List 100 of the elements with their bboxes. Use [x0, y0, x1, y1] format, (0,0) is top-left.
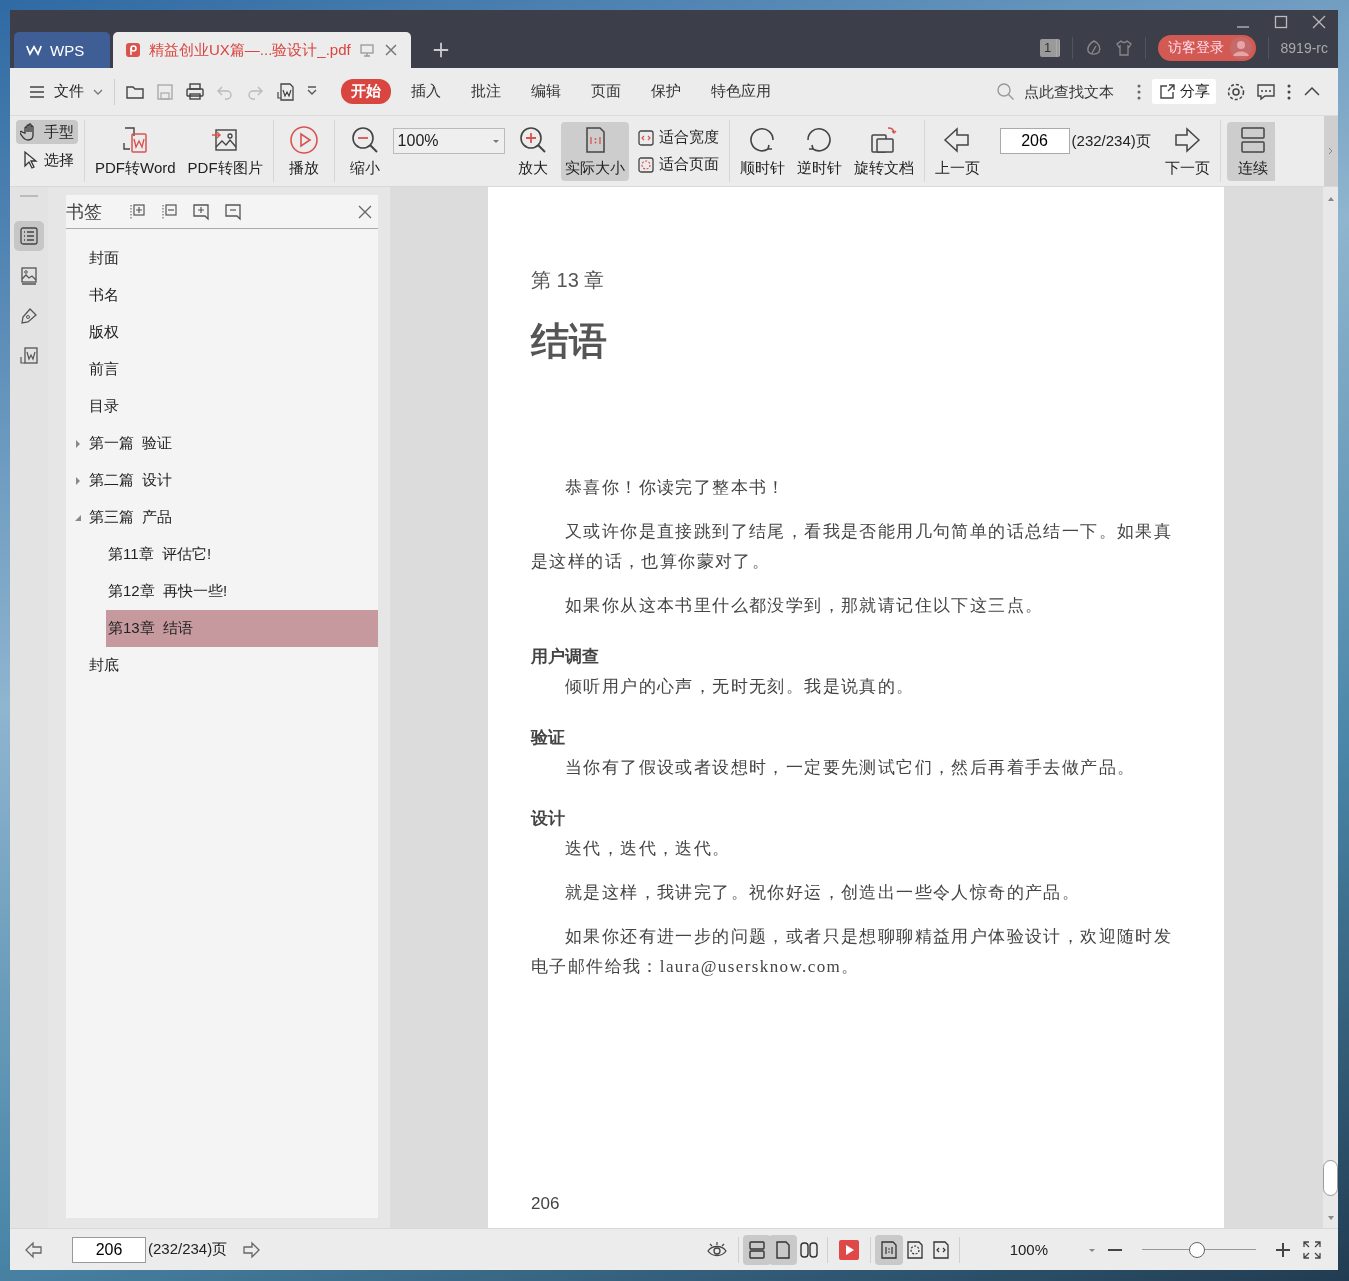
bookmark-item[interactable]: 第11章 评估它! [106, 536, 378, 573]
bookmark-item[interactable]: 第一篇 验证 [66, 425, 378, 462]
pen-icon [19, 306, 39, 326]
settings-icon[interactable] [1226, 81, 1246, 102]
body-paragraph: 倾听用户的心声，无时无刻。我是说真的。 [564, 676, 916, 698]
select-tool-button[interactable]: 选择 [16, 148, 78, 172]
expand-all-icon[interactable] [128, 202, 146, 221]
share-button[interactable]: 分享 [1152, 79, 1216, 104]
actual-size-button[interactable]: 实际大小 [560, 121, 629, 181]
body-paragraph: 迭代，迭代，迭代。 [564, 838, 732, 860]
ribbon-tab[interactable]: 编辑 [521, 79, 571, 104]
share-icon [1158, 82, 1176, 101]
page-total: (232/234)页 [1071, 131, 1151, 151]
fit-page-button[interactable]: 适合页面 [632, 153, 723, 176]
hand-tool-button[interactable]: 手型 [16, 120, 78, 144]
ribbon-tab[interactable]: 批注 [461, 79, 511, 104]
bookmark-item[interactable]: 第二篇 设计 [66, 462, 378, 499]
bookmark-item[interactable]: 封底 [66, 647, 378, 684]
scroll-thumb[interactable] [1323, 1160, 1338, 1196]
bookmark-item[interactable]: 第13章 结语 [106, 610, 378, 647]
zoom-out-button[interactable]: 缩小 [340, 121, 389, 181]
ribbon-tab[interactable]: 开始 [341, 79, 391, 104]
play-icon [288, 124, 319, 155]
body-paragraph: 就是这样，我讲完了。祝你好运，创造出一些令人惊奇的产品。 [564, 882, 1082, 904]
zoom-dropdown[interactable]: 100% [392, 128, 505, 154]
body-paragraph: 当你有了假设或者设想时，一定要先测试它们，然后再着手去做产品。 [564, 757, 1137, 779]
body-paragraph: 恭喜你！你读完了整本书！ [564, 477, 787, 499]
page-number: 206 [531, 1194, 561, 1214]
bookmark-item[interactable]: 前言 [66, 351, 378, 388]
zoom-slider-thumb[interactable] [1188, 1241, 1205, 1258]
rotate-clockwise-button[interactable]: 顺时针 [735, 121, 789, 181]
file-menu[interactable]: 文件 [28, 82, 104, 101]
bookmark-item[interactable]: 版权 [66, 314, 378, 351]
shirt-icon[interactable] [1114, 39, 1133, 57]
zoom-out-icon [349, 124, 380, 155]
fit-width-button[interactable]: 适合宽度 [632, 126, 723, 149]
fit-mode-icon [930, 1239, 951, 1260]
vertical-scrollbar[interactable] [1323, 187, 1338, 1228]
ribbon-tab[interactable]: 插入 [401, 79, 451, 104]
rotate-counterclockwise-button[interactable]: 逆时针 [792, 121, 846, 181]
left-arrow-icon[interactable] [24, 1239, 44, 1260]
next-page-button[interactable]: 下一页 [1160, 121, 1214, 181]
zoom-in-icon[interactable] [1274, 1240, 1292, 1259]
pdf-to-word-button[interactable]: PDF转Word [91, 121, 180, 181]
fit-width-icon [636, 128, 655, 147]
avatar-icon [1229, 37, 1252, 59]
leaf-icon[interactable] [1084, 39, 1103, 57]
document-tab[interactable]: 精益创业UX篇—...验设计_.pdf [113, 32, 411, 68]
ribbon-tab[interactable]: 保护 [641, 79, 691, 104]
close-window-icon[interactable] [1312, 15, 1326, 29]
add-bookmark-icon[interactable] [192, 202, 210, 221]
single-page-button[interactable] [768, 1234, 797, 1265]
bookmark-icon[interactable] [224, 202, 242, 221]
bookmark-item[interactable]: 第三篇 产品 [66, 499, 378, 536]
scroll-up-icon[interactable] [1326, 195, 1335, 203]
fit-mode-icon [904, 1239, 925, 1260]
page-total: (232/234)页 [148, 1240, 228, 1259]
section-heading: 设计 [531, 808, 566, 830]
print-icon[interactable] [185, 81, 205, 102]
right-arrow-icon[interactable] [241, 1239, 262, 1260]
ribbon-tab[interactable]: 特色应用 [701, 79, 781, 104]
bookmark-item[interactable]: 第12章 再快一些! [106, 573, 378, 610]
previous-page-button[interactable]: 上一页 [930, 121, 984, 181]
window-count-badge[interactable]: 1 [1039, 39, 1060, 57]
search-icon [996, 81, 1016, 102]
body-paragraph: 如果你从这本书里什么都没学到，那就请记住以下这三点。 [564, 595, 1045, 617]
play-button[interactable]: 播放 [279, 121, 328, 181]
zoom-percentage[interactable]: 100% [1009, 1241, 1048, 1258]
continuous-reading-button[interactable]: 连续 [1226, 121, 1275, 181]
rotate-document-button[interactable]: 旋转文档 [849, 121, 918, 181]
maximize-icon[interactable] [1274, 15, 1288, 29]
page-number-field[interactable]: 206 [999, 128, 1070, 154]
collapse-all-icon[interactable] [160, 202, 178, 221]
expand-arrow-icon[interactable] [74, 439, 82, 448]
export-word-icon[interactable] [275, 81, 295, 102]
actual-size-button[interactable] [874, 1234, 903, 1265]
bookmark-item[interactable]: 封面 [66, 240, 378, 277]
play-icon[interactable] [837, 1238, 860, 1261]
scroll-down-icon[interactable] [1326, 1214, 1335, 1222]
find-text-field[interactable]: 点此查找文本 [996, 81, 1126, 102]
comment-icon[interactable] [1256, 81, 1276, 102]
close-tab-icon[interactable] [382, 42, 399, 58]
convert-icon [19, 346, 39, 366]
image-icon [19, 266, 39, 286]
page-number-field[interactable]: 206 [72, 1236, 146, 1263]
chevron-right-icon [1327, 147, 1335, 155]
fullscreen-icon[interactable] [1302, 1239, 1322, 1260]
body-paragraph: 如果你还有进一步的问题，或者只是想聊聊精益用户体验设计，欢迎随时发电子邮件给我：laura@usersknow.com。 [531, 926, 1174, 978]
zoom-in-button[interactable]: 放大 [508, 121, 557, 181]
new-tab-icon[interactable] [431, 41, 450, 59]
pdf-to-image-button[interactable]: PDF转图片 [183, 121, 267, 181]
document-tab[interactable]: WPS [14, 32, 110, 68]
bookmark-item[interactable]: 书名 [66, 277, 378, 314]
expand-arrow-icon[interactable] [74, 476, 82, 485]
sidebar-tab[interactable] [14, 221, 44, 251]
ribbon-tab[interactable]: 页面 [581, 79, 631, 104]
bookmark-item[interactable]: 目录 [66, 388, 378, 425]
user-name[interactable]: 8919-rc [1280, 40, 1328, 56]
continuous-view-button[interactable] [742, 1234, 771, 1265]
collapse-arrow-icon[interactable] [74, 513, 82, 522]
